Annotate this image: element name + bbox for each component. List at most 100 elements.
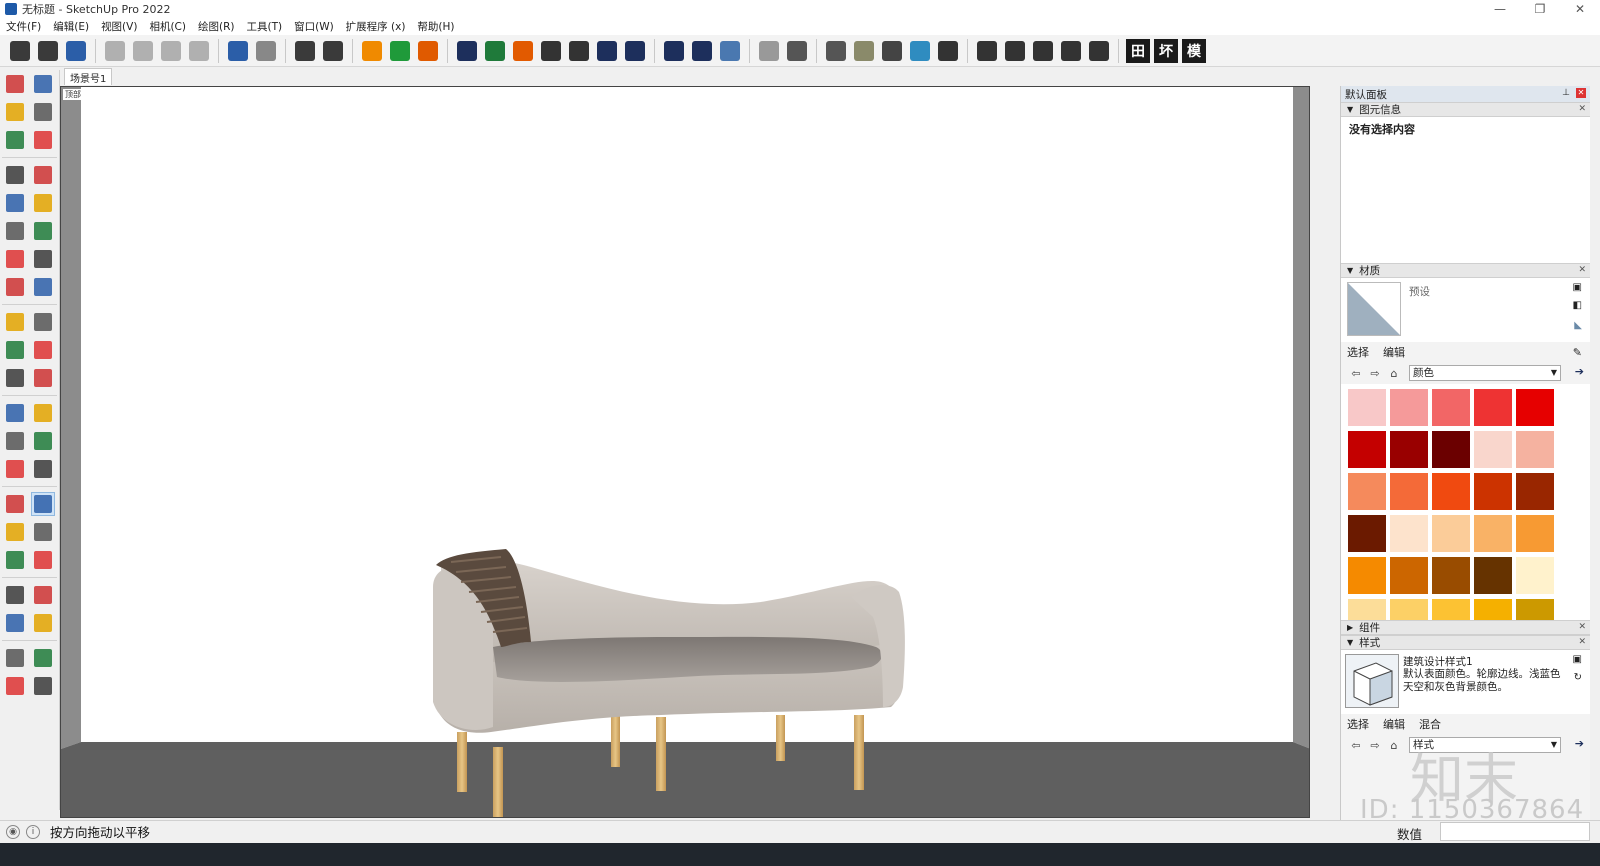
menu-help[interactable]: 帮助(H) <box>417 19 454 34</box>
look-around-tool-button[interactable] <box>31 583 55 607</box>
menu-file[interactable]: 文件(F) <box>6 19 41 34</box>
mail-button[interactable] <box>623 39 647 63</box>
geo-location-icon[interactable]: ◉ <box>6 824 20 839</box>
update-style-icon[interactable]: ↻ <box>1574 672 1582 683</box>
components-header[interactable]: ▶ 组件 ✕ <box>1341 620 1590 635</box>
left-view-button[interactable] <box>1087 39 1111 63</box>
save-button[interactable] <box>64 39 88 63</box>
color-swatch[interactable] <box>1473 598 1513 620</box>
color-swatch[interactable] <box>1473 430 1513 469</box>
undo-button[interactable] <box>226 39 250 63</box>
styles-close-icon[interactable]: ✕ <box>1578 637 1586 647</box>
layers-color-button[interactable] <box>511 39 535 63</box>
styles-header[interactable]: ▼ 样式 ✕ <box>1341 635 1590 650</box>
material-name[interactable]: 预设 <box>1409 284 1430 299</box>
create-material-icon[interactable]: ▣ <box>1573 282 1582 293</box>
entity-info-header[interactable]: ▼ 图元信息 ✕ <box>1341 102 1590 117</box>
box-outline-button[interactable] <box>757 39 781 63</box>
sandbox-stamp-tool-button[interactable] <box>31 674 55 698</box>
three-point-arc-tool-button[interactable] <box>3 275 27 299</box>
model-view[interactable] <box>61 87 1310 818</box>
menu-edit[interactable]: 编辑(E) <box>53 19 89 34</box>
protractor-tool-button[interactable] <box>3 429 27 453</box>
tape-measure-tool-button[interactable] <box>3 401 27 425</box>
tab-mix[interactable]: 混合 <box>1419 716 1441 732</box>
cloud-upload-button[interactable] <box>567 39 591 63</box>
section-plane-tool-button[interactable] <box>31 611 55 635</box>
color-swatch[interactable] <box>1473 514 1513 553</box>
tree-button[interactable] <box>483 39 507 63</box>
textured-button[interactable] <box>908 39 932 63</box>
forward-arrow-icon[interactable]: ⇨ <box>1368 366 1382 380</box>
pan-tool-button[interactable] <box>31 492 55 516</box>
color-swatch[interactable] <box>1431 556 1471 595</box>
scene-tab[interactable]: 场景号1 <box>64 68 113 85</box>
sandbox-scratch-tool-button[interactable] <box>31 646 55 670</box>
dimension-tool-button[interactable] <box>31 401 55 425</box>
two-point-arc-tool-button[interactable] <box>31 247 55 271</box>
refresh-button[interactable] <box>388 39 412 63</box>
component-tool-button[interactable] <box>3 128 27 152</box>
color-swatch[interactable] <box>1515 430 1555 469</box>
color-swatch[interactable] <box>1515 388 1555 427</box>
color-swatch[interactable] <box>1347 430 1387 469</box>
freehand-tool-button[interactable] <box>31 163 55 187</box>
maximize-button[interactable]: ❐ <box>1520 0 1560 18</box>
info-button[interactable] <box>662 39 686 63</box>
components-close-icon[interactable]: ✕ <box>1578 622 1586 632</box>
sample-paint-icon[interactable]: ◧ <box>1573 300 1582 311</box>
paste-button[interactable] <box>159 39 183 63</box>
color-swatch[interactable] <box>1389 598 1429 620</box>
home-icon[interactable]: ⌂ <box>1387 366 1401 380</box>
shaded-button[interactable] <box>880 39 904 63</box>
color-swatch[interactable] <box>1389 472 1429 511</box>
details-arrow-icon[interactable]: ➔ <box>1575 737 1584 750</box>
copy-button[interactable] <box>131 39 155 63</box>
zoom-extents-tool-button[interactable] <box>3 548 27 572</box>
hidden-line-button[interactable] <box>852 39 876 63</box>
previous-view-tool-button[interactable] <box>31 548 55 572</box>
plugin-b-button[interactable] <box>416 39 440 63</box>
text-tool-button[interactable] <box>31 429 55 453</box>
color-swatch[interactable] <box>1347 556 1387 595</box>
menu-window[interactable]: 窗口(W) <box>294 19 334 34</box>
color-swatch[interactable] <box>1347 598 1387 620</box>
xray-button[interactable] <box>785 39 809 63</box>
color-swatch[interactable] <box>1389 430 1429 469</box>
paint-bucket-tool-button[interactable] <box>3 100 27 124</box>
forward-arrow-icon[interactable]: ⇨ <box>1368 738 1382 752</box>
select-tool-tool-button[interactable] <box>3 72 27 96</box>
entity-info-close-icon[interactable]: ✕ <box>1578 104 1586 114</box>
current-material-swatch[interactable] <box>1347 282 1401 336</box>
3d-text-tool-button[interactable] <box>31 457 55 481</box>
tag-tool-tool-button[interactable] <box>31 128 55 152</box>
top-view-button[interactable] <box>975 39 999 63</box>
cut-button[interactable] <box>103 39 127 63</box>
move-tool-button[interactable] <box>3 310 27 334</box>
menu-view[interactable]: 视图(V) <box>101 19 137 34</box>
pin-icon[interactable]: ⊥ <box>1562 88 1570 98</box>
menu-tools[interactable]: 工具(T) <box>246 19 282 34</box>
sandbox-contours-tool-button[interactable] <box>3 646 27 670</box>
style-thumbnail[interactable] <box>1345 654 1399 708</box>
back-arrow-icon[interactable]: ⇦ <box>1349 738 1363 752</box>
rotated-rectangle-tool-button[interactable] <box>31 191 55 215</box>
zoom-window-tool-button[interactable] <box>31 520 55 544</box>
orbit-tool-button[interactable] <box>3 492 27 516</box>
color-swatch[interactable] <box>1347 388 1387 427</box>
color-swatch[interactable] <box>1515 598 1555 620</box>
color-swatch[interactable] <box>1473 556 1513 595</box>
menu-camera[interactable]: 相机(C) <box>149 19 186 34</box>
tab-edit[interactable]: 编辑 <box>1383 344 1405 360</box>
eyedropper-icon[interactable]: ✎ <box>1573 346 1582 359</box>
add-circle-button[interactable] <box>455 39 479 63</box>
rectangle-tool-button[interactable] <box>3 191 27 215</box>
text-tool-button[interactable]: 模 <box>1182 38 1206 63</box>
user-button[interactable] <box>690 39 714 63</box>
color-swatch[interactable] <box>1431 514 1471 553</box>
wireframe-button[interactable] <box>824 39 848 63</box>
color-swatch[interactable] <box>1515 514 1555 553</box>
orbit-select-tool-button[interactable] <box>31 72 55 96</box>
materials-header[interactable]: ▼ 材质 ✕ <box>1341 263 1590 278</box>
color-swatch[interactable] <box>1347 472 1387 511</box>
